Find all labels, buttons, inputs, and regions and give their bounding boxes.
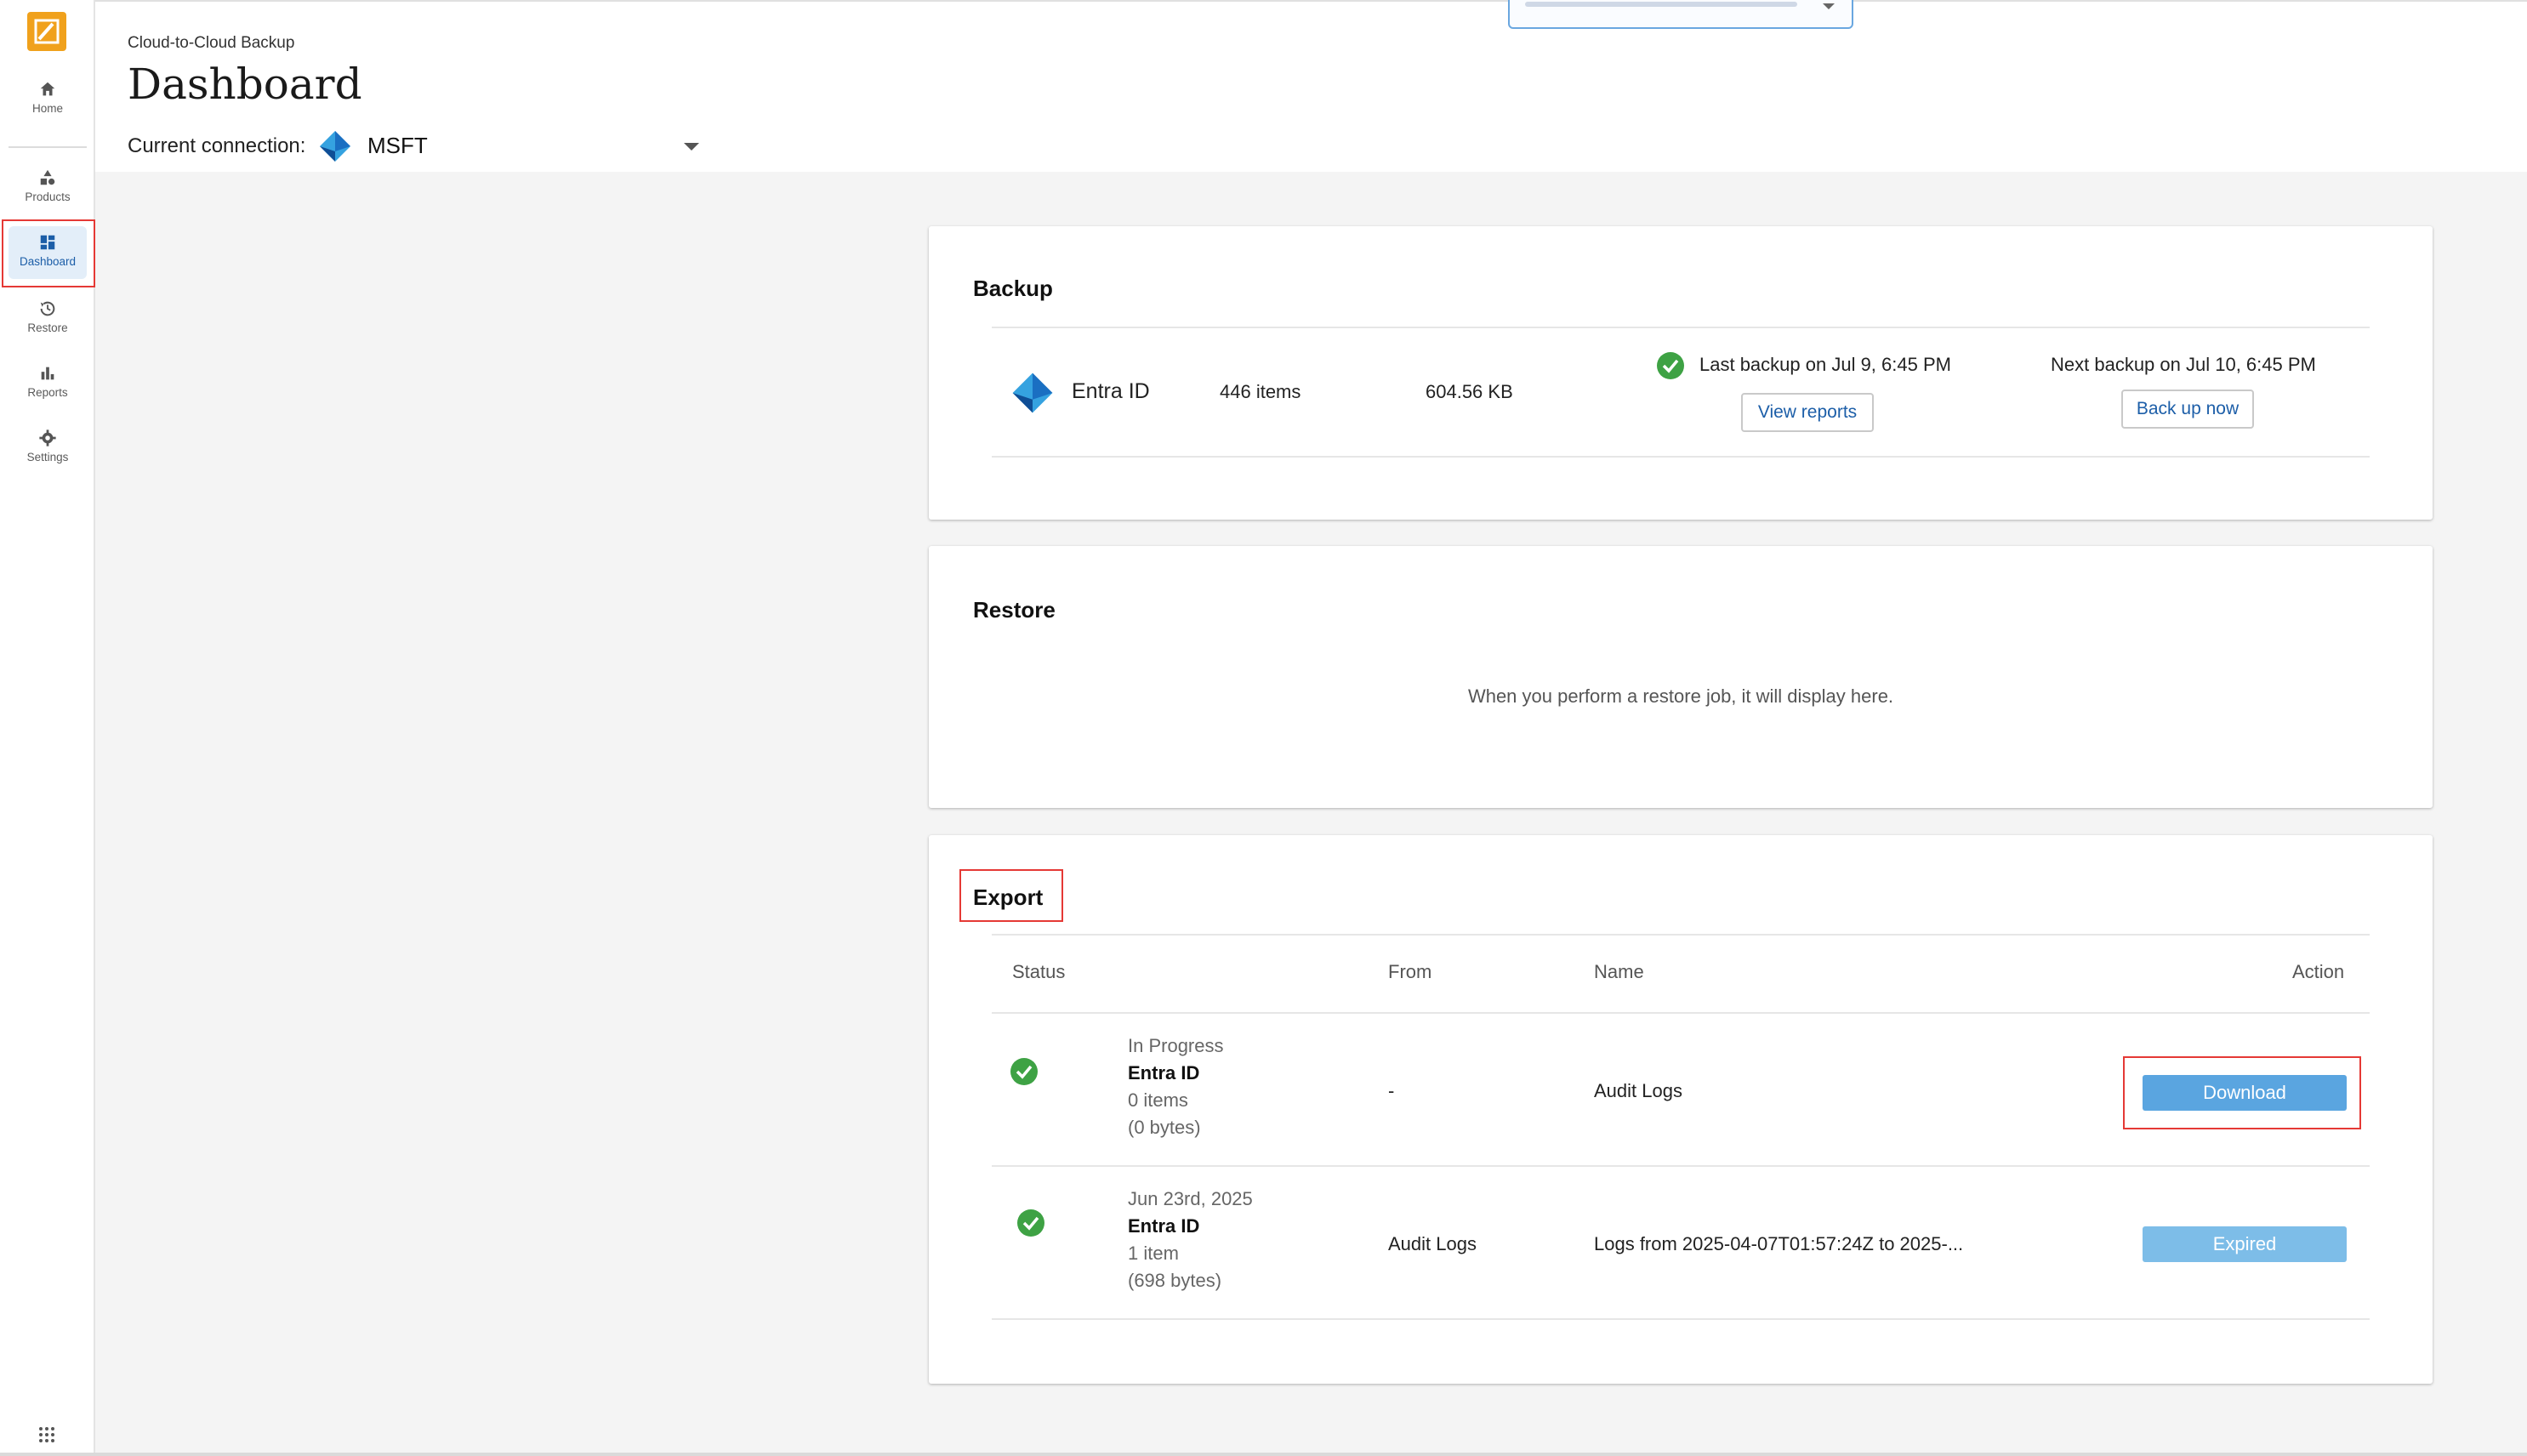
entra-id-icon	[1012, 373, 1053, 413]
export-byte-size: (0 bytes)	[1128, 1117, 1201, 1138]
sidebar-item-products[interactable]: Products	[3, 160, 92, 219]
export-byte-size: (698 bytes)	[1128, 1270, 1222, 1291]
export-item-count: 1 item	[1128, 1243, 1179, 1264]
bar-chart-icon	[41, 367, 54, 380]
page-title: Dashboard	[128, 60, 362, 109]
export-name: Logs from 2025-04-07T01:57:24Z to 2025-.…	[1594, 1233, 1964, 1254]
sidebar-item-settings[interactable]: Settings	[3, 420, 92, 480]
restore-empty-message: When you perform a restore job, it will …	[1467, 685, 1894, 707]
divider	[992, 1165, 2370, 1167]
sidebar-item-reports[interactable]: Reports	[3, 355, 92, 415]
chevron-down-icon	[684, 143, 699, 151]
sidebar-item-label: Restore	[27, 321, 68, 334]
home-icon	[40, 82, 55, 96]
backup-title: Backup	[973, 276, 1053, 301]
export-status-text: In Progress	[1128, 1035, 1224, 1056]
column-header-from[interactable]: From	[1388, 961, 1431, 983]
next-backup-text: Next backup on Jul 10, 6:45 PM	[2051, 354, 2316, 375]
connection-label: Current connection:	[128, 134, 306, 157]
sidebar-item-label: Home	[31, 102, 63, 115]
export-status-details: In Progress Entra ID 0 items (0 bytes)	[1128, 1032, 1224, 1141]
app-logo[interactable]	[27, 12, 66, 51]
sidebar-item-label: Products	[25, 191, 71, 203]
export-title: Export	[973, 884, 1044, 910]
export-from: Audit Logs	[1388, 1233, 1477, 1254]
restore-card: Restore When you perform a restore job, …	[929, 546, 2433, 808]
back-up-now-button[interactable]: Back up now	[2121, 390, 2254, 429]
column-header-name[interactable]: Name	[1594, 961, 1644, 983]
connection-select[interactable]: MSFT	[356, 124, 706, 173]
shapes-icon	[40, 169, 55, 185]
connection-select-value: MSFT	[367, 133, 428, 158]
sidebar-item-home[interactable]: Home	[3, 71, 92, 131]
breadcrumb[interactable]: Cloud-to-Cloud Backup	[128, 34, 294, 53]
sidebar-item-restore[interactable]: Restore	[3, 291, 92, 350]
logo-mark-icon	[34, 19, 60, 44]
check-circle-icon	[1657, 352, 1684, 379]
divider	[992, 327, 2370, 328]
check-circle-icon	[1017, 1209, 1044, 1237]
column-header-action[interactable]: Action	[2292, 961, 2344, 983]
history-icon	[40, 301, 55, 316]
download-button[interactable]: Download	[2143, 1075, 2347, 1111]
page-header: Cloud-to-Cloud Backup Dashboard Current …	[95, 0, 2527, 173]
divider	[992, 1318, 2370, 1320]
export-service-name: Entra ID	[1128, 1062, 1200, 1083]
floating-toolbar[interactable]	[1508, 0, 1853, 29]
export-status-details: Jun 23rd, 2025 Entra ID 1 item (698 byte…	[1128, 1186, 1253, 1294]
caret-down-icon	[1823, 3, 1835, 9]
sidebar-item-label: Settings	[26, 451, 69, 464]
expired-button[interactable]: Expired	[2143, 1226, 2347, 1262]
export-name: Audit Logs	[1594, 1080, 1682, 1101]
backup-service-name: Entra ID	[1072, 379, 1150, 403]
last-backup-text: Last backup on Jul 9, 6:45 PM	[1699, 354, 1951, 375]
column-header-status[interactable]: Status	[1012, 961, 1065, 983]
apps-grid-icon[interactable]	[37, 1425, 56, 1444]
blurred-content	[1525, 2, 1797, 7]
backup-card: Backup Entra ID 446 items 604.56 KB Last…	[929, 226, 2433, 520]
divider	[992, 1012, 2370, 1014]
sidebar: Home Products Dashboard Restore Reports	[0, 0, 95, 1456]
entra-id-icon	[320, 131, 350, 162]
restore-title: Restore	[973, 597, 1056, 623]
backup-item-count: 446 items	[1220, 381, 1301, 402]
check-circle-icon	[1010, 1058, 1038, 1085]
divider	[992, 456, 2370, 458]
dashboard-highlight-box	[2, 219, 95, 287]
export-item-count: 0 items	[1128, 1089, 1188, 1111]
export-card: Export Status From Name Action In Progre…	[929, 835, 2433, 1384]
sidebar-item-label: Reports	[27, 386, 68, 399]
gear-icon	[39, 429, 56, 446]
export-date: Jun 23rd, 2025	[1128, 1188, 1253, 1209]
bottom-border	[0, 1453, 2527, 1456]
export-from: -	[1388, 1080, 1395, 1101]
sidebar-divider	[9, 146, 87, 148]
export-service-name: Entra ID	[1128, 1215, 1200, 1237]
view-reports-button[interactable]: View reports	[1741, 393, 1874, 432]
divider	[992, 934, 2370, 936]
backup-size: 604.56 KB	[1426, 381, 1513, 402]
